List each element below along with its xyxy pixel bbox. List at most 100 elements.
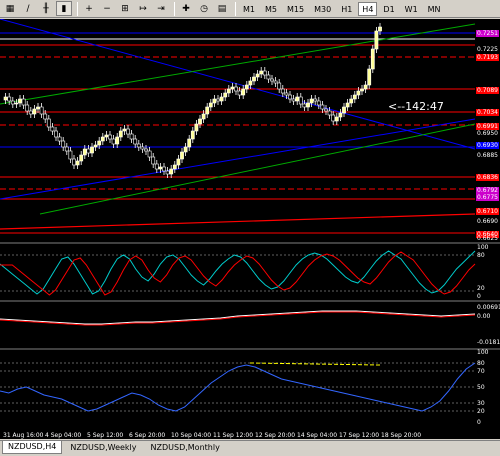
price-label: 0.7089 <box>477 87 498 94</box>
candle <box>273 80 278 84</box>
templates-icon[interactable]: ▤ <box>214 1 230 16</box>
candle <box>126 128 130 135</box>
candle <box>291 98 296 102</box>
new-chart-icon[interactable]: ▦ <box>2 1 18 16</box>
price-label: 0.7034 <box>477 109 498 116</box>
tab-nzdusd-h4[interactable]: NZDUSD,H4 <box>2 441 63 454</box>
candle <box>363 84 368 90</box>
candle <box>280 88 285 94</box>
timeframe-m15-button[interactable]: M15 <box>283 2 308 16</box>
stoch2-scale-label: 80 <box>477 360 485 367</box>
candle <box>284 92 289 96</box>
candle <box>97 140 102 146</box>
periods-icon[interactable]: ◷ <box>196 1 212 16</box>
candle <box>118 130 123 138</box>
candle <box>316 100 321 106</box>
price-label: 0.6836 <box>477 174 498 181</box>
timeframe-mn-button[interactable]: MN <box>424 2 445 16</box>
candle <box>122 128 127 132</box>
autoscroll-icon[interactable]: ↦ <box>135 1 151 16</box>
candle <box>244 84 249 90</box>
candle <box>216 98 220 102</box>
stoch-signal-line <box>0 251 476 296</box>
candle <box>14 102 19 105</box>
candle <box>237 90 242 96</box>
tab-nzdusd-monthly[interactable]: NZDUSD,Monthly <box>145 441 226 454</box>
chart-canvas[interactable]: <--142:47 0.7251 0.72250.7193 0.7089 0.7034 0… <box>0 19 500 439</box>
zoom-out-icon[interactable]: − <box>99 1 115 16</box>
candle <box>194 123 199 132</box>
candle <box>226 88 231 94</box>
candlestick-icon[interactable]: ▮ <box>56 1 72 16</box>
candle <box>32 108 37 115</box>
price-label: 0.7193 <box>477 54 498 61</box>
time-label: 11 Sep 12:00 <box>213 432 253 439</box>
candle <box>230 86 235 90</box>
stoch1-scale-label: 80 <box>477 252 485 259</box>
price-label: 0.6950 <box>477 130 498 137</box>
candle <box>327 110 332 116</box>
candle <box>208 102 213 108</box>
candle <box>75 160 80 166</box>
candle <box>100 136 105 142</box>
timeframe-m30-button[interactable]: M30 <box>310 2 335 16</box>
price-label: 0.6930 <box>477 142 498 149</box>
candle <box>36 106 40 110</box>
candle <box>252 76 256 82</box>
candle <box>334 116 339 122</box>
toolbar-separator <box>235 1 236 16</box>
candle <box>176 158 181 166</box>
candle <box>3 96 8 101</box>
candle <box>266 74 271 80</box>
candle <box>288 94 292 100</box>
candle <box>54 130 58 138</box>
time-label: 4 Sep 04:00 <box>45 432 81 439</box>
chart-shift-icon[interactable]: ⇥ <box>153 1 169 16</box>
chart-toolbar: ▦ ∕ ╫ ▮ + − ⊞ ↦ ⇥ ✚ ◷ ▤ M1 M5 M15 M30 H1 H4 D1 W1 MN <box>0 0 500 18</box>
candle <box>201 113 206 120</box>
toolbar-separator <box>174 1 175 16</box>
candle <box>133 138 138 145</box>
candle <box>367 68 372 86</box>
stoch1-scale-label: 100 <box>477 244 489 251</box>
candle <box>136 143 141 148</box>
candle <box>50 126 55 132</box>
time-label: 17 Sep 12:00 <box>339 432 379 439</box>
candle <box>18 98 22 104</box>
zoom-in-icon[interactable]: + <box>81 1 97 16</box>
candle <box>234 86 238 92</box>
time-label: 14 Sep 04:00 <box>297 432 337 439</box>
line-chart-icon[interactable]: ∕ <box>20 1 36 16</box>
candle <box>223 92 228 98</box>
candle <box>356 90 361 96</box>
timeframe-h4-button[interactable]: H4 <box>358 1 378 16</box>
candle <box>342 106 346 114</box>
candle <box>306 102 310 108</box>
timeframe-h1-button[interactable]: H1 <box>337 2 356 16</box>
candle <box>108 134 112 140</box>
timeframe-d1-button[interactable]: D1 <box>379 2 398 16</box>
stoch2-scale-label: 100 <box>477 349 489 356</box>
candle <box>309 98 314 104</box>
timeframe-m1-button[interactable]: M1 <box>239 2 259 16</box>
stoch2-scale-label: 20 <box>477 408 485 415</box>
stoch-main-line <box>0 250 476 295</box>
price-label: 0.7251 <box>477 30 498 37</box>
candle <box>302 103 307 108</box>
indicators-icon[interactable]: ✚ <box>178 1 194 16</box>
price-chart-area[interactable]: <--142:47 0.7251 0.7225 0.7193 0.7089 0.7034 0… <box>0 19 500 439</box>
candle <box>255 73 260 78</box>
timeframe-w1-button[interactable]: W1 <box>401 2 422 16</box>
time-label: 31 Aug 16:00 <box>3 432 44 439</box>
candle <box>64 146 69 152</box>
toolbar-icon-group: ▦ ∕ ╫ ▮ + − ⊞ ↦ ⇥ ✚ ◷ ▤ <box>2 1 232 16</box>
candle <box>320 104 325 110</box>
candle <box>82 148 87 156</box>
bar-chart-icon[interactable]: ╫ <box>38 1 54 16</box>
tile-windows-icon[interactable]: ⊞ <box>117 1 133 16</box>
toolbar-separator <box>77 1 78 16</box>
tab-nzdusd-weekly[interactable]: NZDUSD,Weekly <box>64 441 142 454</box>
timeframe-m5-button[interactable]: M5 <box>261 2 281 16</box>
candle <box>90 146 94 154</box>
candle <box>172 164 177 170</box>
